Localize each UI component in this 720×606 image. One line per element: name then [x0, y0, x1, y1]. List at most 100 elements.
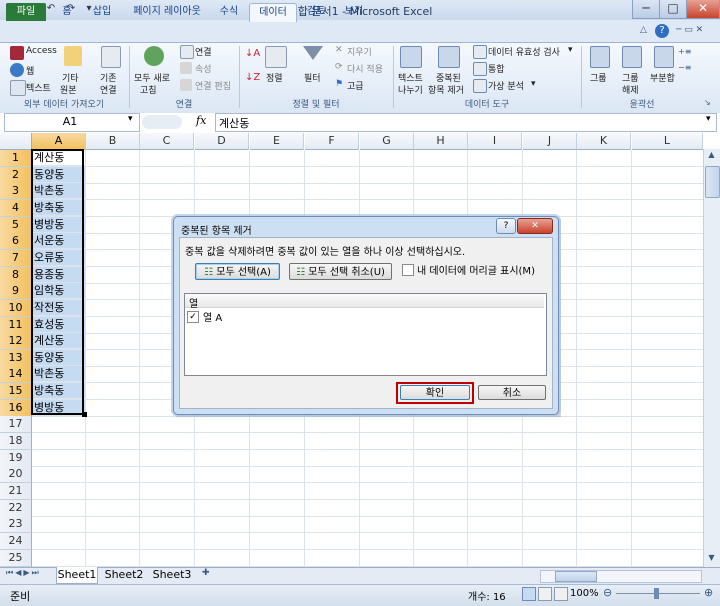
help-icon[interactable]: ? — [655, 24, 669, 38]
cell-a6[interactable]: 서운동 — [32, 233, 85, 249]
row-header-14[interactable]: 14 — [0, 366, 32, 383]
column-header-d[interactable]: D — [195, 133, 249, 150]
page-break-view-icon[interactable] — [554, 587, 568, 601]
column-header-e[interactable]: E — [250, 133, 304, 150]
row-header-9[interactable]: 9 — [0, 283, 32, 300]
column-header-a[interactable]: A — [32, 133, 86, 150]
from-access-button[interactable]: Access — [26, 46, 57, 56]
row-header-24[interactable]: 24 — [0, 533, 32, 550]
row-header-18[interactable]: 18 — [0, 433, 32, 450]
connections-button[interactable]: 연결 — [195, 45, 212, 58]
what-if-dropdown-icon[interactable]: ▾ — [531, 79, 536, 89]
zoom-in-icon[interactable]: ⊕ — [704, 586, 713, 599]
column-a-label[interactable]: 열 A — [203, 309, 222, 324]
cell-a5[interactable]: 병방동 — [32, 217, 85, 233]
row-header-12[interactable]: 12 — [0, 333, 32, 350]
consolidate-button[interactable]: 통합 — [488, 62, 505, 75]
tab-review[interactable]: 검토 — [298, 3, 334, 21]
cell-a4[interactable]: 방축동 — [32, 200, 85, 216]
subtotal-button[interactable]: 부분합 — [650, 71, 675, 84]
filter-button[interactable]: 필터 — [304, 71, 321, 84]
other-sources-label-2[interactable]: 원본 — [60, 83, 77, 96]
cell-a12[interactable]: 계산동 — [32, 333, 85, 349]
row-header-22[interactable]: 22 — [0, 500, 32, 517]
tab-data[interactable]: 데이터 — [249, 3, 297, 22]
row-header-21[interactable]: 21 — [0, 483, 32, 500]
select-all-button[interactable]: ☷ 모두 선택(A) — [195, 263, 280, 280]
outline-dialog-launcher-icon[interactable]: ↘ — [704, 98, 711, 107]
text-to-columns-label-2[interactable]: 나누기 — [398, 83, 423, 96]
column-header-h[interactable]: H — [414, 133, 468, 150]
cell-a1[interactable]: 계산동 — [32, 150, 85, 166]
row-header-25[interactable]: 25 — [0, 550, 32, 567]
cell-a2[interactable]: 동양동 — [32, 167, 85, 183]
tab-formulas[interactable]: 수식 — [212, 3, 246, 21]
clear-filter-button[interactable]: 지우기 — [347, 45, 372, 58]
column-header-l[interactable]: L — [632, 133, 703, 150]
cell-a9[interactable]: 임학동 — [32, 283, 85, 299]
row-header-5[interactable]: 5 — [0, 217, 32, 234]
column-header-c[interactable]: C — [140, 133, 194, 150]
from-text-button[interactable]: 텍스트 — [26, 81, 51, 94]
zoom-slider-thumb[interactable] — [654, 588, 659, 599]
row-header-13[interactable]: 13 — [0, 350, 32, 367]
sheet-tab-sheet3[interactable]: Sheet3 — [152, 567, 192, 583]
row-header-15[interactable]: 15 — [0, 383, 32, 400]
data-validation-button[interactable]: 데이터 유효성 검사 — [488, 45, 560, 58]
vertical-scrollbar[interactable] — [703, 149, 720, 567]
row-header-7[interactable]: 7 — [0, 250, 32, 267]
row-header-2[interactable]: 2 — [0, 167, 32, 184]
sheet-tab-sheet1[interactable]: Sheet1 — [56, 567, 98, 584]
from-web-button[interactable]: 웹 — [26, 64, 34, 77]
ok-button[interactable]: 확인 — [400, 385, 470, 400]
unselect-all-button[interactable]: ☷ 모두 선택 취소(U) — [289, 263, 392, 280]
workbook-window-controls-icon[interactable]: ─ ▭ ✕ — [676, 25, 716, 37]
maximize-button[interactable]: □ — [659, 0, 687, 19]
edit-links-button[interactable]: 연결 편집 — [195, 79, 231, 92]
zoom-out-icon[interactable]: ⊖ — [603, 586, 612, 599]
cell-a10[interactable]: 작전동 — [32, 300, 85, 316]
dialog-help-button[interactable]: ? — [496, 218, 516, 234]
scroll-up-icon[interactable]: ▲ — [705, 150, 718, 162]
ribbon-minimize-icon[interactable]: △ — [640, 25, 652, 37]
column-header-b[interactable]: B — [86, 133, 140, 150]
cell-a8[interactable]: 용종동 — [32, 267, 85, 283]
properties-button[interactable]: 속성 — [195, 62, 212, 75]
row-header-20[interactable]: 20 — [0, 466, 32, 483]
zoom-level[interactable]: 100% — [570, 588, 599, 599]
page-layout-view-icon[interactable] — [538, 587, 552, 601]
sheet-tab-sheet2[interactable]: Sheet2 — [104, 567, 144, 583]
tab-home[interactable]: 홈 — [52, 3, 82, 21]
column-header-i[interactable]: I — [468, 133, 522, 150]
show-detail-icon[interactable]: +≡ — [678, 47, 691, 56]
tab-file[interactable]: 파일 — [6, 3, 46, 21]
hide-detail-icon[interactable]: −≡ — [678, 63, 691, 72]
sheet-navigation-icon[interactable]: ⏮◀▶⏭ — [6, 568, 41, 578]
reapply-button[interactable]: 다시 적용 — [347, 62, 383, 75]
what-if-analysis-button[interactable]: 가상 분석 — [488, 79, 524, 92]
column-header-k[interactable]: K — [577, 133, 631, 150]
expand-formula-bar-icon[interactable]: ▾ — [706, 114, 711, 124]
cell-a16[interactable]: 병방동 — [32, 400, 85, 416]
cell-a14[interactable]: 박촌동 — [32, 366, 85, 382]
minimize-button[interactable]: ─ — [632, 0, 660, 19]
advanced-filter-button[interactable]: 고급 — [347, 79, 364, 92]
has-headers-label[interactable]: 내 데이터에 머리글 표시(M) — [417, 262, 535, 277]
row-header-19[interactable]: 19 — [0, 450, 32, 467]
row-header-4[interactable]: 4 — [0, 200, 32, 217]
row-header-23[interactable]: 23 — [0, 516, 32, 533]
column-header-f[interactable]: F — [305, 133, 359, 150]
horizontal-scroll-thumb[interactable] — [555, 571, 597, 582]
column-header-g[interactable]: G — [360, 133, 414, 150]
cell-a3[interactable]: 박촌동 — [32, 183, 85, 199]
group-button[interactable]: 그룹 — [590, 71, 607, 84]
formula-input[interactable] — [215, 113, 717, 132]
insert-worksheet-icon[interactable]: ✚ — [202, 568, 214, 580]
column-header-j[interactable]: J — [523, 133, 577, 150]
has-headers-checkbox[interactable] — [402, 264, 414, 276]
close-button[interactable]: ✕ — [686, 0, 720, 19]
sort-button[interactable]: 정렬 — [266, 71, 283, 84]
tab-insert[interactable]: 삽입 — [84, 3, 120, 21]
ungroup-label-2[interactable]: 해제 — [622, 83, 639, 96]
insert-function-button[interactable]: fx — [196, 114, 206, 127]
